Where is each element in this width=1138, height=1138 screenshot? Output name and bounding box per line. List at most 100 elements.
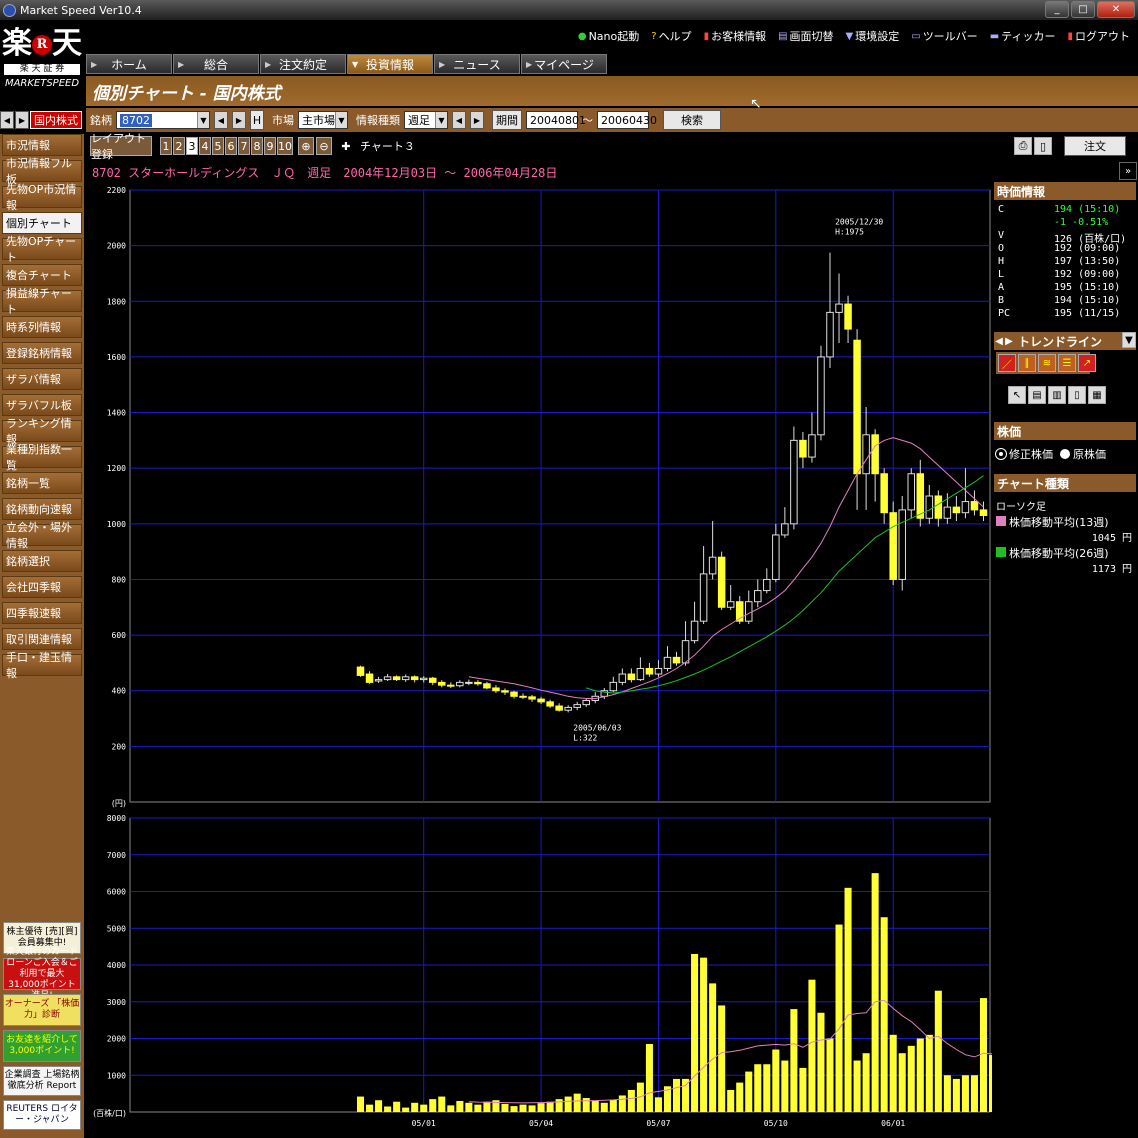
layout-number-2[interactable]: 2 <box>173 137 185 155</box>
toplink-0[interactable]: ● Nano起動 <box>578 28 639 44</box>
sidebar-item-5[interactable]: 複合チャート <box>2 264 82 286</box>
tab-4[interactable]: ニュース <box>434 54 520 74</box>
collapse-panel-icon[interactable]: » <box>1119 162 1137 180</box>
layout-number-3[interactable]: 3 <box>186 137 198 155</box>
stock-next-arrow[interactable]: ▶ <box>232 111 246 129</box>
promo-banner-5[interactable]: REUTERS ロイター・ジャパン <box>3 1100 81 1130</box>
sidebar-item-11[interactable]: ランキング情報 <box>2 417 82 446</box>
volume-bar <box>537 1103 545 1112</box>
toplink-5[interactable]: ▭ ツールバー <box>911 28 977 44</box>
layout-number-6[interactable]: 6 <box>225 137 237 155</box>
layout-register-button[interactable]: レイアウト登録 <box>90 132 152 161</box>
sidebar-item-16[interactable]: 銘柄選択 <box>2 550 82 572</box>
promo-banner-1[interactable]: 楽天銀行のカードローンご入会＆ご利用で最大31,000ポイント進呈! <box>3 947 81 1001</box>
minimize-button[interactable]: _ <box>1045 1 1069 18</box>
candle-body <box>970 501 979 511</box>
sidebar-item-13[interactable]: 銘柄一覧 <box>2 472 82 494</box>
info-next-arrow[interactable]: ▶ <box>470 111 484 129</box>
horizontal-line-icon[interactable]: ☰ <box>1058 354 1076 372</box>
zoom-out-icon[interactable]: ⊖ <box>316 137 332 155</box>
toplink-7[interactable]: ▮ ログアウト <box>1067 28 1130 44</box>
period-button[interactable]: 期間 <box>492 110 522 130</box>
market-type-select[interactable]: 主市場 ▼ <box>298 111 348 129</box>
maximize-button[interactable]: □ <box>1071 1 1095 18</box>
layout-number-5[interactable]: 5 <box>212 137 224 155</box>
crosshair-icon[interactable]: ✚ <box>338 137 354 155</box>
sidebar-item-8[interactable]: 登録銘柄情報 <box>2 342 82 364</box>
toplink-2[interactable]: ▮ お客様情報 <box>704 28 767 44</box>
stock-prev-arrow[interactable]: ◀ <box>214 111 228 129</box>
info-prev-arrow[interactable]: ◀ <box>452 111 466 129</box>
close-button[interactable]: ✕ <box>1097 1 1135 18</box>
layout-number-4[interactable]: 4 <box>199 137 211 155</box>
trendline-parallel-icon[interactable]: ∥ <box>1018 354 1036 372</box>
stock-chart[interactable]: 2200 2000 1800 1600 1400 1200 1000 800 600 400 200… <box>86 182 992 1138</box>
promo-banner-3[interactable]: お友達を紹介して 3,000ポイント! <box>3 1030 81 1062</box>
print-icon[interactable]: ⎙ <box>1014 137 1032 155</box>
tab-5[interactable]: マイページ <box>521 54 607 74</box>
market-select[interactable]: 国内株式 <box>30 111 82 129</box>
zoom-in-icon[interactable]: ⊕ <box>298 137 314 155</box>
sidebar-item-17[interactable]: 会社四季報 <box>2 576 82 598</box>
layout-number-7[interactable]: 7 <box>238 137 250 155</box>
quote-value: -1 -0.51% <box>1054 217 1109 228</box>
sidebar-item-10[interactable]: ザラバフル板 <box>2 394 82 416</box>
layout-number-10[interactable]: 10 <box>277 137 293 155</box>
sidebar-item-4[interactable]: 先物OPチャート <box>2 235 82 264</box>
info-type-select[interactable]: 週足 ▼ <box>404 111 448 129</box>
trendline-dropdown-icon[interactable]: ▼ <box>1122 332 1136 348</box>
sidebar-item-14[interactable]: 銘柄動向速報 <box>2 498 82 520</box>
tab-2[interactable]: 注文約定 <box>260 54 346 74</box>
copy-icon[interactable]: ▤ <box>1028 386 1046 404</box>
market-next-arrow[interactable]: ▶ <box>15 111 29 129</box>
select-pointer-icon[interactable]: ↖ <box>1008 386 1026 404</box>
period-from-input[interactable]: 20040801 <box>526 111 586 129</box>
sidebar-item-12[interactable]: 業種別指数一覧 <box>2 443 82 472</box>
volume-bar <box>465 1102 473 1112</box>
toplink-1[interactable]: ? ヘルプ <box>651 28 691 44</box>
preview-icon[interactable]: ▯ <box>1034 137 1052 155</box>
stock-code-select[interactable]: 8702 ▼ <box>116 111 210 129</box>
sidebar-item-18[interactable]: 四季報速報 <box>2 602 82 624</box>
sidebar-item-19[interactable]: 取引関連情報 <box>2 628 82 650</box>
promo-banner-2[interactable]: オーナーズ 「株価力」診断 <box>3 994 81 1026</box>
candle-body <box>636 667 645 681</box>
market-prev-arrow[interactable]: ◀ <box>0 111 14 129</box>
adjusted-price-radio[interactable]: 修正株価 <box>996 446 1053 462</box>
layout-number-1[interactable]: 1 <box>160 137 172 155</box>
layout-number-9[interactable]: 9 <box>264 137 276 155</box>
sidebar-item-0[interactable]: 市況情報 <box>2 134 82 156</box>
promo-banner-4[interactable]: 企業調査 上場銘柄徹底分析 Report <box>3 1066 81 1096</box>
logout-icon: ▮ <box>1067 30 1073 42</box>
layout-number-8[interactable]: 8 <box>251 137 263 155</box>
paste-icon[interactable]: ▥ <box>1048 386 1066 404</box>
delete-icon[interactable]: ▯ <box>1068 386 1086 404</box>
period-to-input[interactable]: 20060430 <box>597 111 657 129</box>
candle <box>952 496 961 522</box>
clear-all-icon[interactable]: ▦ <box>1088 386 1106 404</box>
order-button[interactable]: 注文 <box>1064 136 1126 156</box>
toplink-6[interactable]: ▬ ティッカー <box>990 28 1056 44</box>
sidebar-item-15[interactable]: 立会外・場外情報 <box>2 521 82 550</box>
toplink-4[interactable]: ▼ 環境設定 <box>846 28 900 44</box>
search-button[interactable]: 検索 <box>663 110 721 130</box>
sidebar-item-1[interactable]: 市況情報フル板 <box>2 157 82 186</box>
fibonacci-icon[interactable]: ≋ <box>1038 354 1056 372</box>
candle <box>582 698 590 707</box>
sidebar-item-6[interactable]: 損益線チャート <box>2 287 82 316</box>
tab-0[interactable]: ホーム <box>86 54 172 74</box>
trendline-draw-icon[interactable]: ／ <box>998 354 1016 372</box>
tab-3[interactable]: 投資情報 <box>347 54 433 74</box>
tab-1[interactable]: 総合 <box>173 54 259 74</box>
sidebar-item-7[interactable]: 時系列情報 <box>2 316 82 338</box>
h-button[interactable]: H <box>250 110 264 130</box>
original-price-radio[interactable]: 原株価 <box>1060 446 1106 462</box>
sidebar-item-3[interactable]: 個別チャート <box>2 212 82 234</box>
trendline-prev-arrow[interactable]: ◀ <box>994 332 1004 350</box>
sidebar-item-20[interactable]: 手口・建玉情報 <box>2 651 82 680</box>
sidebar-item-2[interactable]: 先物OP市況情報 <box>2 183 82 212</box>
toplink-3[interactable]: ▤ 画面切替 <box>778 28 833 44</box>
sidebar-item-9[interactable]: ザラバ情報 <box>2 368 82 390</box>
arrow-line-icon[interactable]: ↗ <box>1078 354 1096 372</box>
trendline-next-arrow[interactable]: ▶ <box>1004 332 1014 350</box>
